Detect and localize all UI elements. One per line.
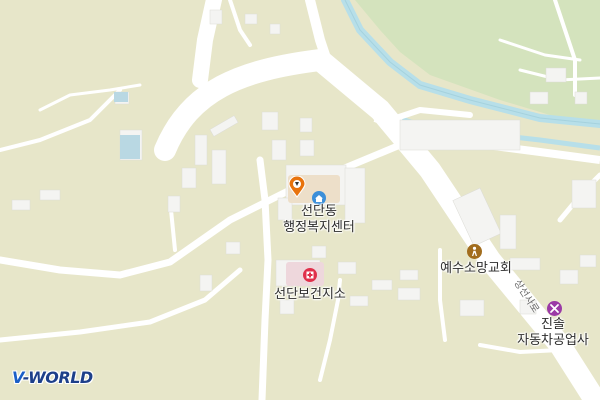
map-canvas[interactable]: 선단동 행정복지센터 선단보건지소 예수소망교회 진솔 자동차공업사 상선사로 … — [0, 0, 600, 400]
person-icon[interactable] — [467, 244, 482, 259]
logo-v: V — [12, 368, 23, 387]
hospital-icon[interactable] — [303, 268, 317, 282]
label-admin-center[interactable]: 선단동 행정복지센터 — [279, 204, 359, 236]
wrench-icon[interactable] — [547, 301, 562, 316]
label-health-center-text: 선단보건지소 — [274, 287, 346, 302]
label-church-text: 예수소망교회 — [440, 261, 512, 276]
label-church[interactable]: 예수소망교회 — [436, 261, 516, 277]
label-health-center[interactable]: 선단보건지소 — [268, 287, 352, 303]
pool — [120, 135, 140, 159]
logo-world: -WORLD — [22, 368, 93, 387]
location-pin-icon[interactable] — [288, 176, 306, 198]
label-auto-shop-text: 진솔 자동차공업사 — [517, 317, 589, 348]
vworld-logo: V-WORLD — [12, 368, 93, 387]
label-admin-center-text: 선단동 행정복지센터 — [283, 204, 355, 235]
label-auto-shop[interactable]: 진솔 자동차공업사 — [508, 317, 598, 349]
home-icon[interactable] — [312, 191, 326, 205]
